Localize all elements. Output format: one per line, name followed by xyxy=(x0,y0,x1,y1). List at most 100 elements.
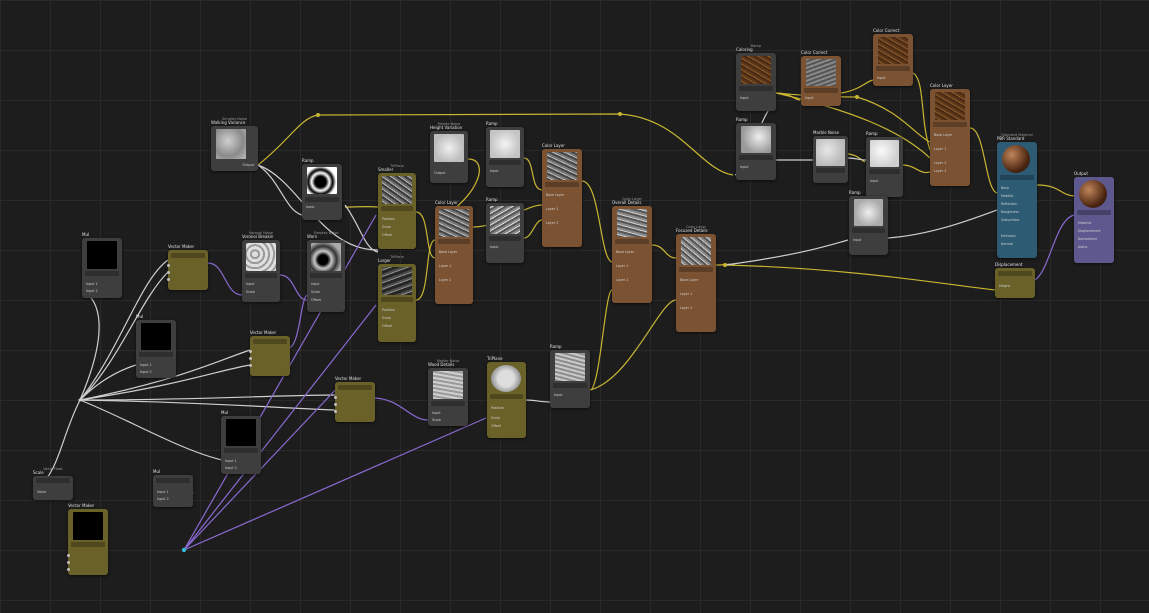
wire-reroute[interactable] xyxy=(855,95,859,99)
input-label: Input 1 xyxy=(86,282,98,286)
node-title: Wood Details xyxy=(428,362,455,367)
node-triplane[interactable]: TriPlane Position Scale Offset xyxy=(487,357,526,438)
input-label: Emission xyxy=(1001,234,1016,238)
node-title: Ramp xyxy=(866,131,878,136)
node-ramp[interactable]: Ramp Input xyxy=(486,122,524,187)
node-toolbar xyxy=(139,352,173,357)
node-title: Vector Maker xyxy=(168,244,195,249)
input-label: Input 1 xyxy=(157,490,169,494)
wire xyxy=(523,219,543,239)
input-port[interactable] xyxy=(167,264,170,267)
node-toolbar xyxy=(739,155,773,160)
input-port[interactable] xyxy=(249,364,252,367)
node-toolbar xyxy=(36,478,70,483)
node-ramp[interactable]: Ramp Input xyxy=(302,159,342,220)
node-wires xyxy=(35,72,1075,553)
input-port[interactable] xyxy=(67,561,70,564)
node-vector-maker[interactable]: Vector Maker xyxy=(67,504,108,575)
node-output[interactable]: Output Material Displacement Normalized … xyxy=(1074,172,1114,263)
input-label: Normalized xyxy=(1078,237,1097,241)
node-vector-maker[interactable]: Vector Maker xyxy=(167,245,208,290)
input-label: Input 2 xyxy=(86,289,98,293)
node-height-variation[interactable]: Marble Noise Height Variation Output xyxy=(430,122,468,183)
input-label: Base xyxy=(1001,186,1010,190)
wire-reroute[interactable] xyxy=(723,263,727,267)
node-mul[interactable]: Mul Input 1 Input 2 xyxy=(153,470,193,507)
wire-reroute[interactable] xyxy=(78,398,82,402)
node-toolbar xyxy=(338,385,372,390)
node-color-layer[interactable]: Color Layer Base Layer Layer 1 Layer 2 xyxy=(542,144,582,247)
wire xyxy=(415,211,436,259)
input-label: Input xyxy=(740,96,749,100)
node-triplane-smaller[interactable]: TriPlane Smaller Position Scale Offset xyxy=(378,164,416,249)
node-ramp[interactable]: Ramp Input xyxy=(736,118,776,180)
input-port[interactable] xyxy=(334,410,337,413)
input-port[interactable] xyxy=(249,350,252,353)
input-label: Height xyxy=(999,284,1010,288)
node-toolbar xyxy=(489,236,521,241)
node-displacement[interactable]: Displacement Height xyxy=(995,263,1035,298)
node-scale-value[interactable]: Value Float Scale Value xyxy=(33,467,73,500)
node-mul[interactable]: Mul Input 1 Input 2 xyxy=(136,315,176,378)
node-worn-noise[interactable]: Simplex Noise Worn Input Scale Offset xyxy=(307,231,345,312)
node-title: Ramp xyxy=(302,158,314,163)
wire-reroute[interactable] xyxy=(618,112,622,116)
input-label: Scale xyxy=(382,316,391,320)
node-wood-details[interactable]: Marble Noise Wood Details Input Scale xyxy=(428,359,468,426)
node-title: Displacement xyxy=(995,262,1023,267)
node-marble-noise[interactable]: Marble Noise xyxy=(813,131,848,183)
wire-portal[interactable] xyxy=(181,547,187,553)
node-preview xyxy=(307,167,337,194)
wire xyxy=(525,399,551,403)
node-title: Larger xyxy=(378,258,391,263)
wire-reroute[interactable] xyxy=(316,113,320,117)
node-color-correct[interactable]: Color Correct Input xyxy=(801,51,841,106)
wire xyxy=(523,157,543,191)
input-port[interactable] xyxy=(67,554,70,557)
input-port[interactable] xyxy=(67,568,70,571)
node-coloring-ramp[interactable]: Ramp Coloring Input xyxy=(736,44,776,111)
wire xyxy=(847,157,867,161)
wire xyxy=(344,204,379,253)
input-label: Base Layer xyxy=(680,278,699,282)
wire xyxy=(1034,214,1075,281)
node-toolbar xyxy=(804,88,838,93)
node-ramp[interactable]: Ramp Input xyxy=(550,345,590,408)
node-toolbar xyxy=(998,271,1032,276)
node-color-layer[interactable]: Color Layer Base Layer Layer 1 Layer 2 L… xyxy=(930,84,970,186)
node-triplane-larger[interactable]: TriPlane Larger Position Scale Offset xyxy=(378,255,416,342)
node-title: Smaller xyxy=(378,167,394,172)
node-title: Mul xyxy=(221,410,229,415)
node-vector-maker[interactable]: Vector Maker xyxy=(334,377,375,422)
input-port[interactable] xyxy=(249,357,252,360)
node-mul[interactable]: Mul Input 1 Input 2 xyxy=(82,233,122,298)
node-mul[interactable]: Mul Input 1 Input 2 xyxy=(221,411,261,474)
node-ramp[interactable]: Ramp Input xyxy=(849,191,888,255)
node-voronoi-breakin[interactable]: Voronoi Noise Voronoi Breakin Input Scal… xyxy=(242,231,280,302)
input-label: Scale xyxy=(311,290,320,294)
wire xyxy=(724,264,996,291)
node-overall-details[interactable]: Color Layer Overall Details Base Layer L… xyxy=(612,197,652,303)
node-title: Color Correct xyxy=(873,28,900,33)
node-color-correct[interactable]: Color Correct Input xyxy=(873,29,913,86)
node-ramp[interactable]: Ramp Input xyxy=(866,132,903,197)
input-port[interactable] xyxy=(167,271,170,274)
input-label: Input 2 xyxy=(225,466,237,470)
input-port[interactable] xyxy=(334,403,337,406)
node-pbr-standard[interactable]: Standard Material PBR Standard Base Meta… xyxy=(997,133,1037,258)
node-color-layer[interactable]: Color Layer Base Layer Layer 1 Layer 2 xyxy=(435,201,473,304)
wire xyxy=(257,164,303,216)
input-label: Offset xyxy=(311,298,321,302)
wire xyxy=(79,399,336,411)
node-toolbar xyxy=(816,168,845,173)
input-label: Layer 2 xyxy=(546,221,559,225)
input-label: Input 2 xyxy=(140,370,152,374)
node-vector-maker[interactable]: Vector Maker xyxy=(249,331,290,376)
input-port[interactable] xyxy=(334,396,337,399)
node-toolbar xyxy=(71,542,105,547)
wire xyxy=(887,209,998,239)
node-walking-variance[interactable]: Simplex Noise Walking Variance Output xyxy=(211,117,258,171)
input-port[interactable] xyxy=(167,278,170,281)
node-focused-details[interactable]: Color Layer Focused Details Base Layer L… xyxy=(676,225,716,332)
node-ramp[interactable]: Ramp Input xyxy=(486,198,524,263)
